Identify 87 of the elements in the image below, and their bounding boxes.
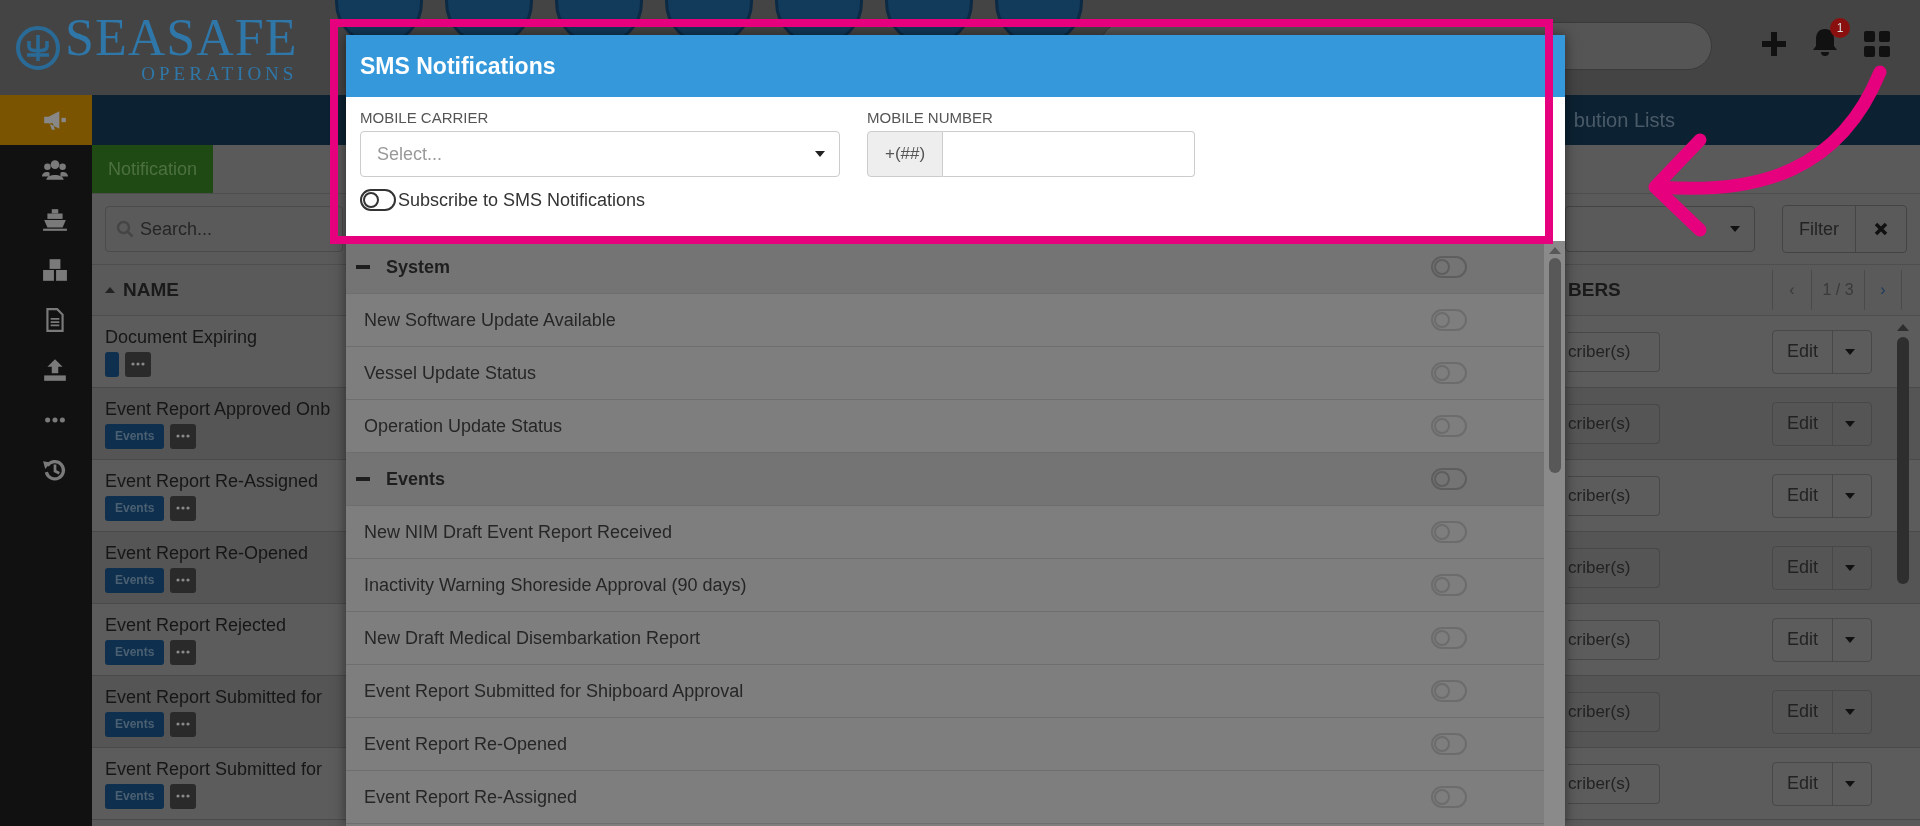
logo-title: SEASAFE xyxy=(65,12,298,64)
caret-icon xyxy=(1845,420,1856,427)
sidebar-item[interactable] xyxy=(0,95,92,145)
scrollbar-track[interactable] xyxy=(1544,241,1565,826)
ellipsis-icon xyxy=(176,794,191,798)
caret-icon xyxy=(1730,226,1740,232)
ellipsis-icon xyxy=(176,434,191,438)
carrier-select[interactable]: Select... xyxy=(360,131,840,177)
more-button[interactable] xyxy=(170,711,197,737)
more-button[interactable] xyxy=(170,639,197,665)
row-name: Event Report Approved Onb xyxy=(105,398,331,420)
notification-label: New Software Update Available xyxy=(364,309,616,331)
subscribers-button[interactable]: criber(s) xyxy=(1568,619,1660,660)
notification-label: Vessel Update Status xyxy=(364,362,537,384)
upload-icon xyxy=(42,357,68,383)
subscribers-button[interactable]: criber(s) xyxy=(1568,475,1660,516)
category-tag: Events xyxy=(105,423,165,449)
ship-icon xyxy=(42,207,68,233)
row-name: Event Report Rejected xyxy=(105,614,287,636)
row-name: Event Report Re-Assigned xyxy=(105,470,319,492)
column-header[interactable]: NAME xyxy=(123,279,179,301)
notification-label: Event Report Re-Opened xyxy=(364,733,568,755)
dropdown-field[interactable] xyxy=(1565,206,1755,252)
country-code-prefix: +(##) xyxy=(867,131,944,177)
ellipsis-icon xyxy=(176,722,191,726)
more-icon xyxy=(45,417,65,423)
grid-icon[interactable] xyxy=(1864,31,1890,57)
row-name: Event Report Re-Opened xyxy=(105,542,309,564)
tab-label[interactable]: bution Lists xyxy=(1573,108,1675,132)
more-button[interactable] xyxy=(170,567,197,593)
row-name: Event Report Submitted for xyxy=(105,758,323,780)
row-name: Document Expiring xyxy=(105,326,258,348)
subscribers-button[interactable]: criber(s) xyxy=(1568,763,1660,804)
row-name: Event Report Submitted for xyxy=(105,686,323,708)
notification-label: Inactivity Warning Shoreside Approval (90 days) xyxy=(364,574,747,596)
more-button[interactable] xyxy=(170,495,197,521)
caret-icon xyxy=(1845,636,1856,643)
history-icon xyxy=(42,457,68,483)
caret-icon xyxy=(1845,492,1856,499)
subscribers-button[interactable]: criber(s) xyxy=(1568,331,1660,372)
caret-icon xyxy=(1845,348,1856,355)
toggle-switch[interactable] xyxy=(360,189,396,211)
scrollbar-thumb[interactable] xyxy=(1897,337,1909,584)
modal-title: SMS Notifications xyxy=(346,35,1565,97)
caret-icon xyxy=(1845,564,1856,571)
toggle-label: Subscribe to SMS Notifications xyxy=(398,189,646,211)
mobile-number-input[interactable] xyxy=(943,131,1195,177)
notification-label: Event Report Submitted for Shipboard Approval xyxy=(364,680,744,702)
group-title: Events xyxy=(386,468,446,490)
trident-logo-icon xyxy=(15,24,61,71)
category-tag: Events xyxy=(105,639,165,665)
column-header[interactable]: BERS xyxy=(1568,279,1660,301)
field-label: MOBILE CARRIER xyxy=(360,109,490,126)
plus-icon[interactable] xyxy=(1762,32,1786,56)
notification-label: Event Report Re-Assigned xyxy=(364,786,578,808)
previous-page-button[interactable]: ‹ xyxy=(1773,270,1812,310)
logo-subtitle: OPERATIONS xyxy=(141,64,298,83)
caret-icon xyxy=(1845,780,1856,787)
notification-badge: 1 xyxy=(1830,18,1850,38)
caret-icon xyxy=(815,151,825,157)
more-button[interactable] xyxy=(170,783,197,809)
notification-label: New Draft Medical Disembarkation Report xyxy=(364,627,701,649)
ellipsis-icon xyxy=(176,578,191,582)
category-tag: Events xyxy=(105,711,165,737)
ellipsis-icon xyxy=(176,650,191,654)
next-page-button[interactable]: › xyxy=(1865,270,1902,310)
cubes-icon xyxy=(42,257,68,283)
close-icon xyxy=(1874,222,1888,236)
group-title: System xyxy=(386,256,451,278)
category-tag: Events xyxy=(105,567,165,593)
more-button[interactable] xyxy=(170,423,197,449)
sort-caret-icon xyxy=(105,287,115,293)
notification-label: New NIM Draft Event Report Received xyxy=(364,521,673,543)
ellipsis-icon xyxy=(131,362,145,366)
category-tag xyxy=(105,351,119,377)
caret-icon xyxy=(1845,708,1856,715)
more-button[interactable] xyxy=(125,351,151,377)
users-icon xyxy=(42,157,68,183)
bell-icon[interactable] xyxy=(1812,28,1838,56)
scroll-up-icon[interactable] xyxy=(1897,324,1909,331)
category-tag: Events xyxy=(105,783,165,809)
notification-label: Operation Update Status xyxy=(364,415,563,437)
scrollbar-thumb[interactable] xyxy=(1548,258,1561,473)
category-tag: Events xyxy=(105,495,165,521)
field-label: MOBILE NUMBER xyxy=(867,109,994,126)
scroll-up-icon[interactable] xyxy=(1548,247,1561,254)
ellipsis-icon xyxy=(176,506,191,510)
